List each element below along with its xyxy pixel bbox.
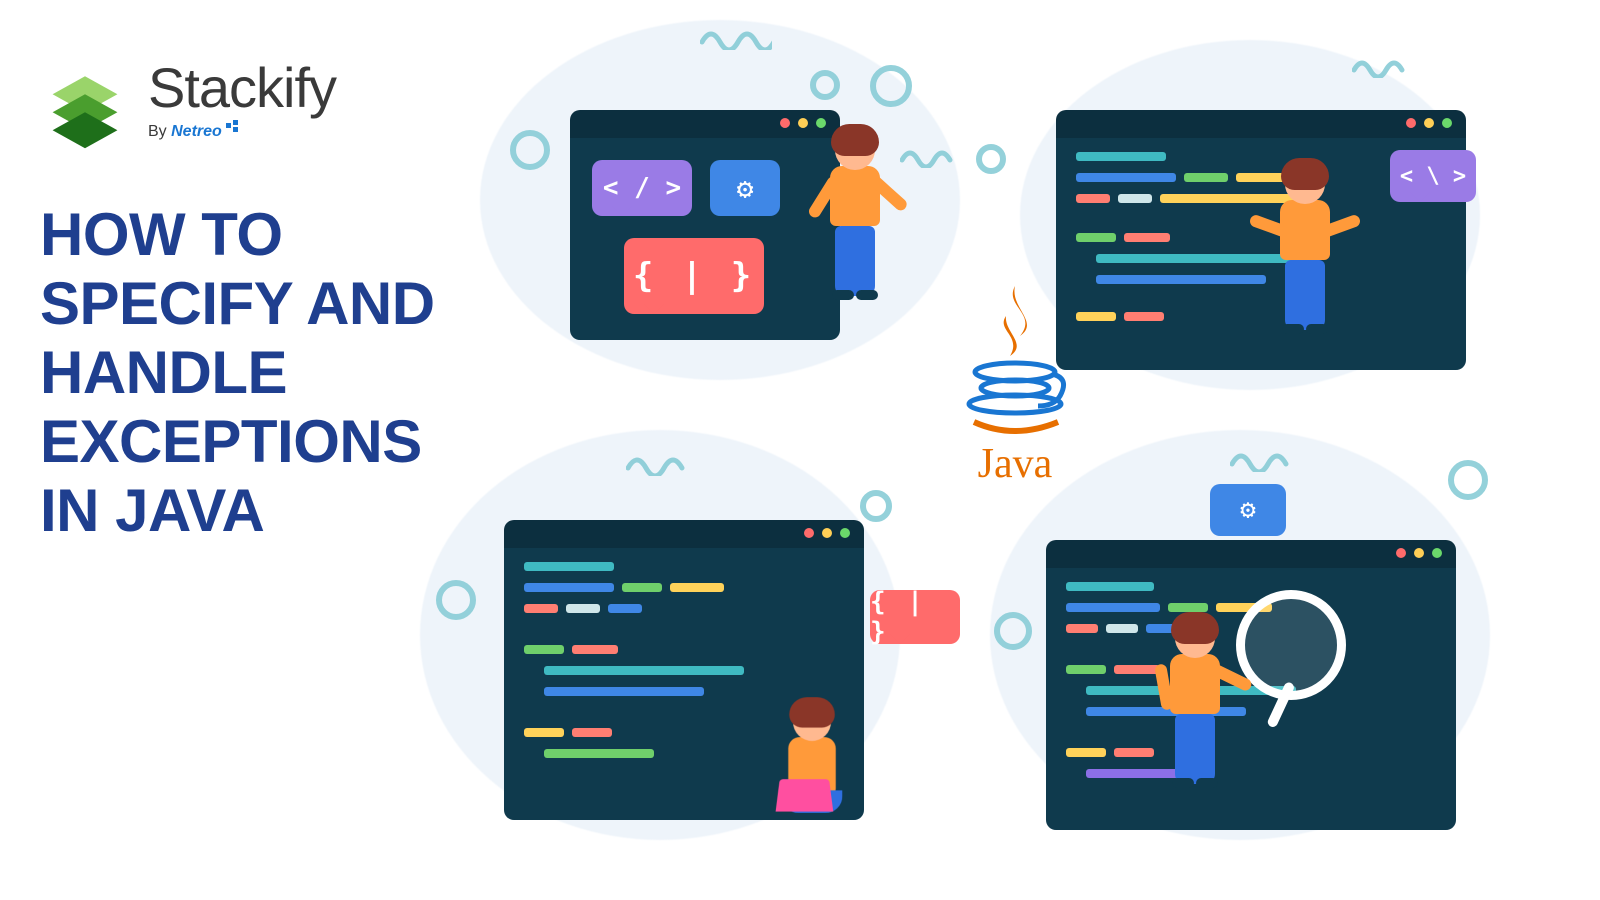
java-cup-icon — [960, 280, 1070, 440]
braces-bubble: { | } — [624, 238, 764, 314]
person-illustration — [782, 703, 843, 813]
gear-bubble: ⚙ — [1210, 484, 1286, 536]
brand-byline: By Netreo — [148, 120, 336, 141]
deco-circle-icon — [1448, 460, 1488, 500]
illustration-panel-top-left: < / > ⚙ { | } — [570, 110, 840, 340]
person-illustration — [830, 130, 880, 296]
deco-squiggle-icon — [626, 454, 696, 476]
deco-squiggle-icon — [700, 28, 772, 50]
deco-squiggle-icon — [1230, 450, 1300, 472]
window-controls-icon — [1396, 548, 1442, 558]
illustration-panel-top-right — [1056, 110, 1466, 370]
netreo-mark-icon — [226, 120, 242, 134]
byline-brand: Netreo — [171, 123, 222, 140]
code-tag-bubble: < \ > — [1390, 150, 1476, 202]
deco-circle-icon — [994, 612, 1032, 650]
window-controls-icon — [804, 528, 850, 538]
deco-circle-icon — [976, 144, 1006, 174]
byline-prefix: By — [148, 123, 171, 140]
deco-squiggle-icon — [900, 148, 960, 168]
brand-logo: Stackify By Netreo — [40, 60, 480, 150]
person-illustration — [1170, 618, 1220, 784]
brand-name: Stackify — [148, 60, 336, 116]
window-controls-icon — [780, 118, 826, 128]
person-illustration — [1280, 164, 1330, 330]
deco-circle-icon — [436, 580, 476, 620]
laptop-icon — [776, 779, 834, 811]
java-label: Java — [955, 440, 1075, 488]
braces-bubble: { | } — [870, 590, 960, 644]
deco-circle-icon — [510, 130, 550, 170]
deco-circle-icon — [860, 490, 892, 522]
deco-squiggle-icon — [1352, 58, 1412, 78]
stackify-logo-icon — [40, 60, 130, 150]
deco-circle-icon — [870, 65, 912, 107]
page-title: HOW TO SPECIFY AND HANDLE EXCEPTIONS IN … — [40, 200, 480, 545]
gear-bubble: ⚙ — [710, 160, 780, 216]
window-controls-icon — [1406, 118, 1452, 128]
code-tag-bubble: < / > — [592, 160, 692, 216]
magnifier-icon — [1236, 590, 1346, 700]
deco-circle-icon — [810, 70, 840, 100]
